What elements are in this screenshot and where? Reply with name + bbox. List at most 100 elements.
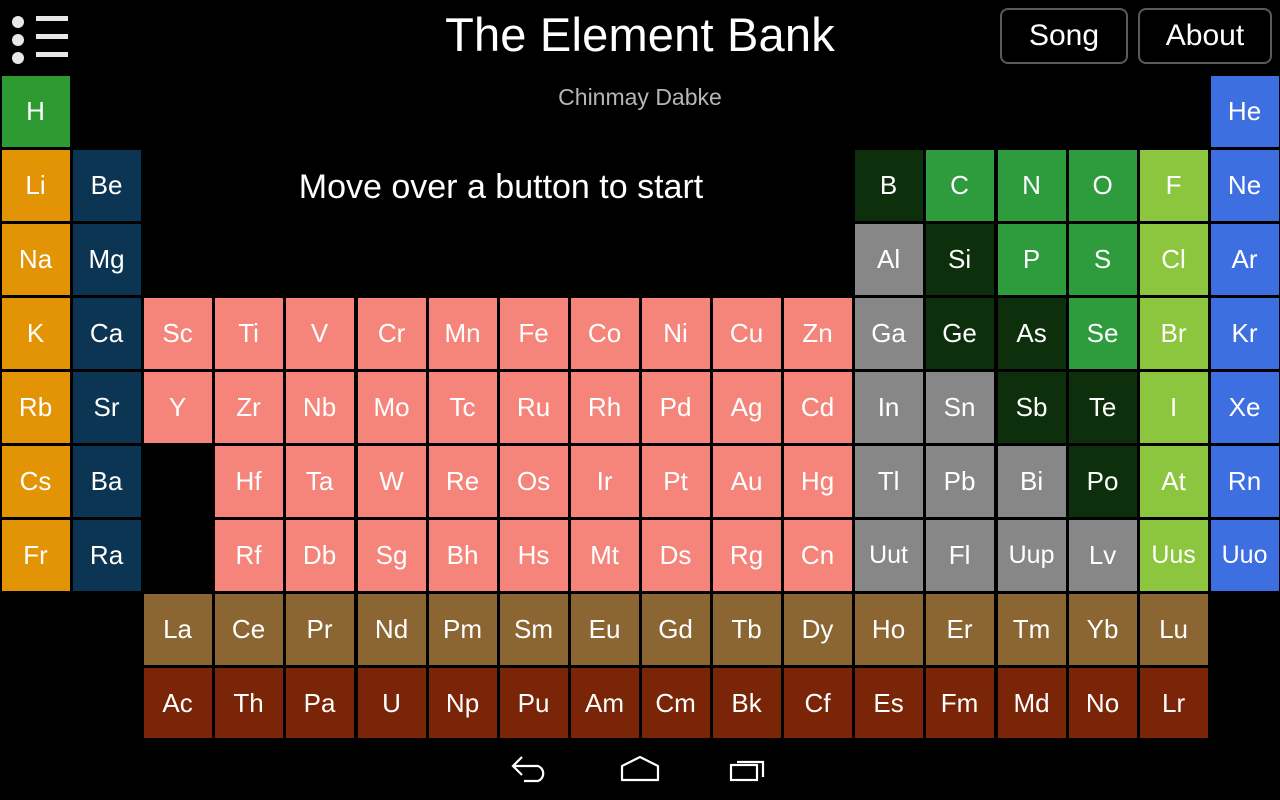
element-cell-fe[interactable]: Fe (499, 297, 568, 369)
element-cell-fm[interactable]: Fm (925, 667, 994, 739)
element-cell-mn[interactable]: Mn (428, 297, 497, 369)
element-cell-ne[interactable]: Ne (1210, 149, 1279, 221)
element-cell-re[interactable]: Re (428, 445, 497, 517)
element-cell-o[interactable]: O (1068, 149, 1137, 221)
element-cell-sn[interactable]: Sn (925, 371, 994, 443)
element-cell-cn[interactable]: Cn (783, 519, 852, 591)
element-cell-bi[interactable]: Bi (997, 445, 1066, 517)
element-cell-yb[interactable]: Yb (1068, 593, 1137, 665)
element-cell-mg[interactable]: Mg (72, 223, 141, 295)
element-cell-li[interactable]: Li (1, 149, 70, 221)
element-cell-cs[interactable]: Cs (1, 445, 70, 517)
element-cell-al[interactable]: Al (854, 223, 923, 295)
element-cell-dy[interactable]: Dy (783, 593, 852, 665)
element-cell-si[interactable]: Si (925, 223, 994, 295)
element-cell-cr[interactable]: Cr (357, 297, 426, 369)
element-cell-er[interactable]: Er (925, 593, 994, 665)
element-cell-ga[interactable]: Ga (854, 297, 923, 369)
element-cell-f[interactable]: F (1139, 149, 1208, 221)
element-cell-pa[interactable]: Pa (285, 667, 354, 739)
element-cell-cl[interactable]: Cl (1139, 223, 1208, 295)
element-cell-lr[interactable]: Lr (1139, 667, 1208, 739)
element-cell-in[interactable]: In (854, 371, 923, 443)
element-cell-os[interactable]: Os (499, 445, 568, 517)
element-cell-rg[interactable]: Rg (712, 519, 781, 591)
element-cell-xe[interactable]: Xe (1210, 371, 1279, 443)
element-cell-sr[interactable]: Sr (72, 371, 141, 443)
element-cell-fr[interactable]: Fr (1, 519, 70, 591)
element-cell-i[interactable]: I (1139, 371, 1208, 443)
element-cell-cd[interactable]: Cd (783, 371, 852, 443)
element-cell-nb[interactable]: Nb (285, 371, 354, 443)
element-cell-zn[interactable]: Zn (783, 297, 852, 369)
element-cell-am[interactable]: Am (570, 667, 639, 739)
element-cell-mo[interactable]: Mo (357, 371, 426, 443)
element-cell-ge[interactable]: Ge (925, 297, 994, 369)
element-cell-pt[interactable]: Pt (641, 445, 710, 517)
element-cell-ho[interactable]: Ho (854, 593, 923, 665)
element-cell-y[interactable]: Y (143, 371, 212, 443)
element-cell-db[interactable]: Db (285, 519, 354, 591)
element-cell-ru[interactable]: Ru (499, 371, 568, 443)
element-cell-cu[interactable]: Cu (712, 297, 781, 369)
element-cell-c[interactable]: C (925, 149, 994, 221)
element-cell-br[interactable]: Br (1139, 297, 1208, 369)
element-cell-cm[interactable]: Cm (641, 667, 710, 739)
element-cell-uut[interactable]: Uut (854, 519, 923, 591)
song-button[interactable]: Song (1000, 8, 1128, 64)
element-cell-tc[interactable]: Tc (428, 371, 497, 443)
element-cell-pm[interactable]: Pm (428, 593, 497, 665)
element-cell-hs[interactable]: Hs (499, 519, 568, 591)
element-cell-lu[interactable]: Lu (1139, 593, 1208, 665)
element-cell-ni[interactable]: Ni (641, 297, 710, 369)
element-cell-s[interactable]: S (1068, 223, 1137, 295)
element-cell-pb[interactable]: Pb (925, 445, 994, 517)
home-icon[interactable] (592, 738, 688, 800)
element-cell-sc[interactable]: Sc (143, 297, 212, 369)
element-cell-he[interactable]: He (1210, 75, 1279, 147)
element-cell-sg[interactable]: Sg (357, 519, 426, 591)
element-cell-ra[interactable]: Ra (72, 519, 141, 591)
element-cell-ca[interactable]: Ca (72, 297, 141, 369)
recent-apps-icon[interactable] (700, 738, 796, 800)
element-cell-es[interactable]: Es (854, 667, 923, 739)
element-cell-tb[interactable]: Tb (712, 593, 781, 665)
element-cell-np[interactable]: Np (428, 667, 497, 739)
element-cell-ac[interactable]: Ac (143, 667, 212, 739)
element-cell-k[interactable]: K (1, 297, 70, 369)
element-cell-uuo[interactable]: Uuo (1210, 519, 1279, 591)
element-cell-la[interactable]: La (143, 593, 212, 665)
element-cell-be[interactable]: Be (72, 149, 141, 221)
element-cell-th[interactable]: Th (214, 667, 283, 739)
element-cell-fl[interactable]: Fl (925, 519, 994, 591)
element-cell-na[interactable]: Na (1, 223, 70, 295)
element-cell-mt[interactable]: Mt (570, 519, 639, 591)
element-cell-at[interactable]: At (1139, 445, 1208, 517)
element-cell-n[interactable]: N (997, 149, 1066, 221)
element-cell-as[interactable]: As (997, 297, 1066, 369)
element-cell-se[interactable]: Se (1068, 297, 1137, 369)
element-cell-po[interactable]: Po (1068, 445, 1137, 517)
element-cell-kr[interactable]: Kr (1210, 297, 1279, 369)
element-cell-ag[interactable]: Ag (712, 371, 781, 443)
element-cell-hg[interactable]: Hg (783, 445, 852, 517)
element-cell-bh[interactable]: Bh (428, 519, 497, 591)
element-cell-w[interactable]: W (357, 445, 426, 517)
element-cell-ba[interactable]: Ba (72, 445, 141, 517)
element-cell-nd[interactable]: Nd (357, 593, 426, 665)
element-cell-u[interactable]: U (357, 667, 426, 739)
element-cell-h[interactable]: H (1, 75, 70, 147)
element-cell-rh[interactable]: Rh (570, 371, 639, 443)
element-cell-te[interactable]: Te (1068, 371, 1137, 443)
element-cell-lv[interactable]: Lv (1068, 519, 1137, 591)
element-cell-ce[interactable]: Ce (214, 593, 283, 665)
element-cell-gd[interactable]: Gd (641, 593, 710, 665)
element-cell-ti[interactable]: Ti (214, 297, 283, 369)
element-cell-v[interactable]: V (285, 297, 354, 369)
element-cell-no[interactable]: No (1068, 667, 1137, 739)
element-cell-pr[interactable]: Pr (285, 593, 354, 665)
element-cell-ds[interactable]: Ds (641, 519, 710, 591)
element-cell-sm[interactable]: Sm (499, 593, 568, 665)
element-cell-pu[interactable]: Pu (499, 667, 568, 739)
back-icon[interactable] (484, 738, 580, 800)
